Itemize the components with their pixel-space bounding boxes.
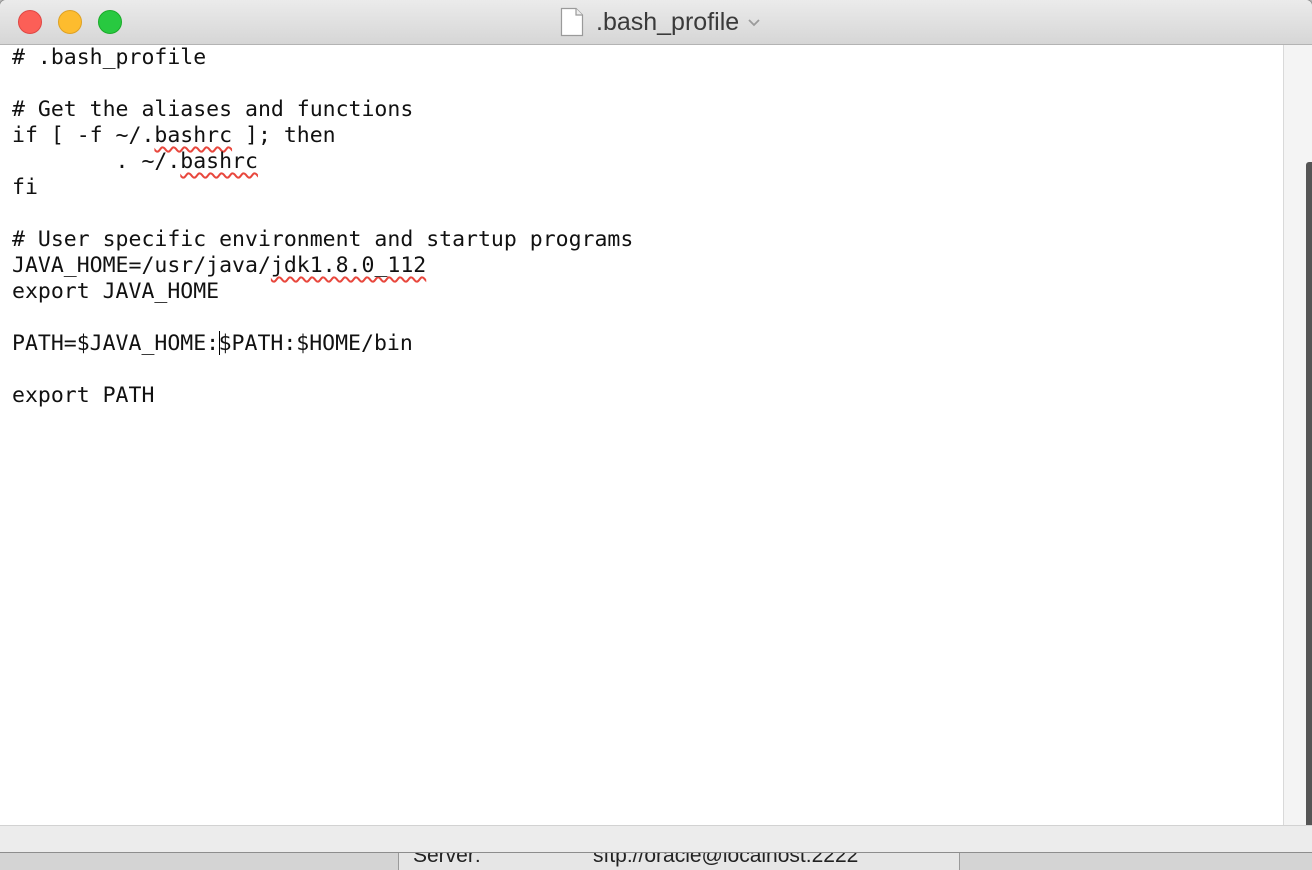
code-line[interactable] xyxy=(12,305,633,331)
code-line[interactable]: . ~/.bashrc xyxy=(12,149,633,175)
code-text: ]; then xyxy=(232,123,336,148)
document-icon xyxy=(560,7,584,37)
minimize-button[interactable] xyxy=(58,10,82,34)
code-text: # Get the aliases and functions xyxy=(12,97,414,122)
code-text: # User specific environment and startup … xyxy=(12,227,634,252)
code-text: PATH=$JAVA_HOME: xyxy=(12,331,220,356)
code-line[interactable]: JAVA_HOME=/usr/java/jdk1.8.0_112 xyxy=(12,253,633,279)
window-bottom-bar xyxy=(0,825,1312,852)
code-text: JAVA_HOME=/usr/java/ xyxy=(12,253,271,278)
text-editor-window: .bash_profile # .bash_profile # Get the a… xyxy=(0,0,1312,852)
misspelled-word: jdk1.8.0_112 xyxy=(270,253,427,278)
window-title[interactable]: .bash_profile xyxy=(560,6,761,38)
code-text: $PATH:$HOME/bin xyxy=(218,331,413,356)
misspelled-word: bashrc xyxy=(180,149,258,174)
code-line[interactable]: export JAVA_HOME xyxy=(12,279,633,305)
code-text: # .bash_profile xyxy=(12,45,207,70)
document-text[interactable]: # .bash_profile # Get the aliases and fun… xyxy=(12,45,633,409)
code-line[interactable] xyxy=(12,71,633,97)
chevron-down-icon[interactable] xyxy=(747,18,761,28)
code-line[interactable]: PATH=$JAVA_HOME:$PATH:$HOME/bin xyxy=(12,331,633,357)
code-text: . ~/. xyxy=(12,149,181,174)
code-line[interactable]: export PATH xyxy=(12,383,633,409)
zoom-button[interactable] xyxy=(98,10,122,34)
close-button[interactable] xyxy=(18,10,42,34)
code-text: export PATH xyxy=(12,383,155,408)
code-line[interactable]: # User specific environment and startup … xyxy=(12,227,633,253)
code-text: if [ -f ~/. xyxy=(12,123,155,148)
code-line[interactable]: fi xyxy=(12,175,633,201)
window-title-text: .bash_profile xyxy=(596,7,740,36)
code-text: fi xyxy=(12,175,38,200)
misspelled-word: bashrc xyxy=(154,123,233,148)
vertical-scrollbar-thumb[interactable] xyxy=(1306,162,1312,850)
code-line[interactable]: # Get the aliases and functions xyxy=(12,97,633,123)
title-bar[interactable]: .bash_profile xyxy=(0,0,1312,45)
text-editor-area[interactable]: # .bash_profile # Get the aliases and fun… xyxy=(0,45,1284,825)
code-line[interactable] xyxy=(12,201,633,227)
code-line[interactable]: # .bash_profile xyxy=(12,45,633,71)
code-text: export JAVA_HOME xyxy=(12,279,220,304)
code-line[interactable]: if [ -f ~/.bashrc ]; then xyxy=(12,123,633,149)
code-line[interactable] xyxy=(12,357,633,383)
